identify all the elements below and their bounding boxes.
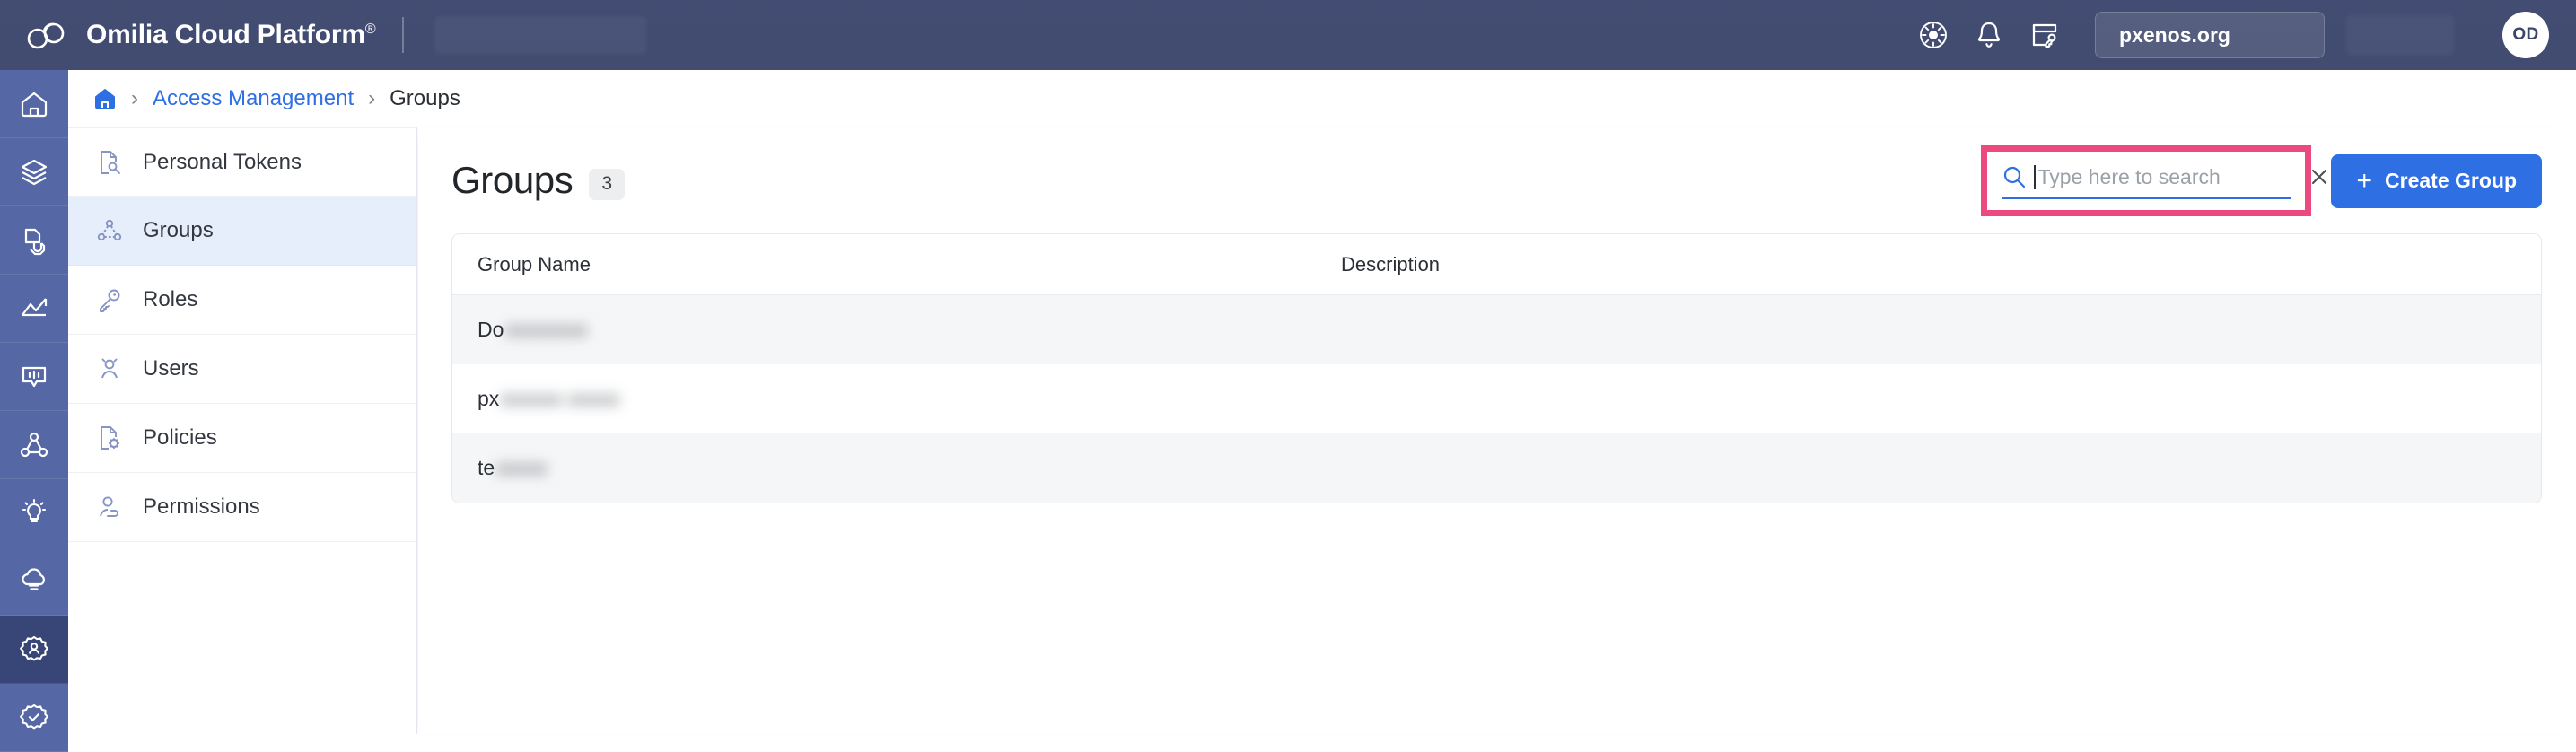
sidebar-item-label: Permissions [143, 494, 260, 519]
create-group-label: Create Group [2385, 169, 2517, 192]
groups-table: Group Name Description Do xxxxxxxx px xxxx… [451, 233, 2542, 503]
breadcrumb-bar: › Access Management › Groups [68, 70, 2576, 127]
brand-trademark: ® [364, 22, 376, 37]
network-icon [19, 430, 49, 460]
breadcrumb-separator-2: › [368, 85, 376, 110]
sidebar-item-policies[interactable]: Policies [68, 404, 416, 473]
group-name-visible: px [478, 387, 500, 410]
brand-name: Omilia Cloud Platform [86, 20, 365, 49]
header-actions: pxenos.org OD [1908, 0, 2576, 70]
access-management-icon [19, 634, 49, 665]
analytics-icon [19, 293, 49, 324]
group-name-visible: te [478, 456, 495, 479]
insights-icon [19, 498, 49, 529]
users-icon [92, 352, 127, 386]
header-redacted-region [434, 16, 647, 54]
sidebar-item-label: Groups [143, 218, 214, 242]
table-header-row: Group Name Description [452, 234, 2541, 295]
avatar-initials: OD [2512, 25, 2539, 44]
search-highlight-annotation [1981, 145, 2327, 216]
page-toolbar: Groups 3 Type here to search + Create Gr… [418, 128, 2576, 233]
search-input[interactable] [2037, 164, 2304, 189]
toolbar-actions: + Create Group [1981, 145, 2542, 216]
breadcrumb-link-access-management[interactable]: Access Management [153, 86, 354, 111]
cloud-icon [19, 566, 49, 597]
groups-count-badge: 3 [589, 168, 626, 200]
rail-item-dialog[interactable] [0, 343, 68, 411]
policy-document-icon [92, 421, 127, 455]
group-name-visible: Do [478, 318, 504, 341]
group-name-redacted: xxxxx [495, 456, 548, 479]
key-icon [92, 283, 127, 317]
home-icon [19, 89, 49, 119]
cell-group-name: te xxxxx [452, 456, 1341, 480]
redacted-group-name: te xxxxx [478, 456, 548, 480]
brand-title: Omilia Cloud Platform® [86, 20, 376, 50]
icon-rail [0, 70, 68, 752]
brightness-icon[interactable] [1908, 10, 1958, 60]
sidebar-item-label: Users [143, 356, 199, 380]
rail-item-analytics[interactable] [0, 275, 68, 343]
create-group-button[interactable]: + Create Group [2331, 153, 2542, 208]
layers-icon [19, 157, 49, 188]
permissions-icon [92, 490, 127, 524]
rail-item-cloud[interactable] [0, 547, 68, 616]
main-content: Groups 3 Type here to search + Create Gr… [418, 128, 2576, 734]
group-name-redacted: xxxxxx xxxxx [500, 387, 620, 410]
table-row[interactable]: Do xxxxxxxx [452, 295, 2541, 364]
cell-group-name: px xxxxxx xxxxx [452, 387, 1341, 411]
rail-item-settings[interactable] [0, 684, 68, 752]
rail-item-flows[interactable] [0, 411, 68, 479]
cell-group-name: Do xxxxxxxx [452, 318, 1341, 342]
breadcrumb-current-groups: Groups [390, 85, 460, 110]
sidebar-item-personal-tokens[interactable]: Personal Tokens [68, 127, 416, 197]
app-header: Omilia Cloud Platform® pxenos.org OD [0, 0, 2576, 70]
dialog-icon [19, 362, 49, 392]
avatar[interactable]: OD [2502, 12, 2549, 58]
table-row[interactable]: te xxxxx [452, 433, 2541, 503]
header-brand-area: Omilia Cloud Platform® [0, 0, 647, 70]
redacted-group-name: Do xxxxxxxx [478, 318, 587, 342]
plus-icon: + [2356, 165, 2373, 196]
text-cursor [2034, 164, 2037, 189]
environment-badge[interactable]: pxenos.org [2095, 12, 2325, 58]
sidebar-item-label: Roles [143, 287, 198, 311]
environment-badge-label: pxenos.org [2119, 22, 2230, 47]
settings-check-icon [19, 703, 49, 733]
search-field[interactable] [2002, 164, 2327, 199]
page-title: Groups [451, 158, 574, 201]
column-header-group-name: Group Name [478, 252, 591, 275]
close-icon[interactable] [2309, 166, 2330, 188]
sidebar-item-label: Policies [143, 425, 217, 450]
breadcrumb-separator-1: › [131, 85, 138, 110]
page-title-wrap: Groups 3 [451, 158, 626, 204]
omilia-cloud-logo-icon [23, 17, 70, 53]
rail-item-interaction[interactable] [0, 206, 68, 275]
rail-item-home[interactable] [0, 70, 68, 138]
sidebar-item-users[interactable]: Users [68, 335, 416, 404]
rail-item-access-management[interactable] [0, 616, 68, 684]
home-icon[interactable] [93, 87, 117, 110]
touch-icon [19, 225, 49, 256]
header-redacted-region-right [2346, 15, 2454, 55]
rail-item-layers[interactable] [0, 138, 68, 206]
sidebar-item-permissions[interactable]: Permissions [68, 473, 416, 542]
column-header-description: Description [1341, 252, 1441, 275]
table-row[interactable]: px xxxxxx xxxxx [452, 364, 2541, 433]
header-divider [402, 17, 405, 53]
sidebar-item-roles[interactable]: Roles [68, 266, 416, 335]
sidebar-item-label: Personal Tokens [143, 149, 302, 174]
rail-item-insights[interactable] [0, 479, 68, 547]
breadcrumb: › Access Management › Groups [93, 86, 460, 111]
license-key-icon[interactable] [2020, 10, 2070, 60]
sidebar-item-groups[interactable]: Groups [68, 197, 416, 266]
notifications-bell-icon[interactable] [1964, 10, 2014, 60]
groups-icon [92, 214, 127, 248]
group-name-redacted: xxxxxxxx [504, 318, 588, 341]
access-management-submenu: Personal Tokens Groups Roles Users Polic… [68, 127, 417, 734]
search-icon [2002, 164, 2027, 189]
token-document-icon [92, 145, 127, 179]
redacted-group-name: px xxxxxx xxxxx [478, 387, 619, 411]
